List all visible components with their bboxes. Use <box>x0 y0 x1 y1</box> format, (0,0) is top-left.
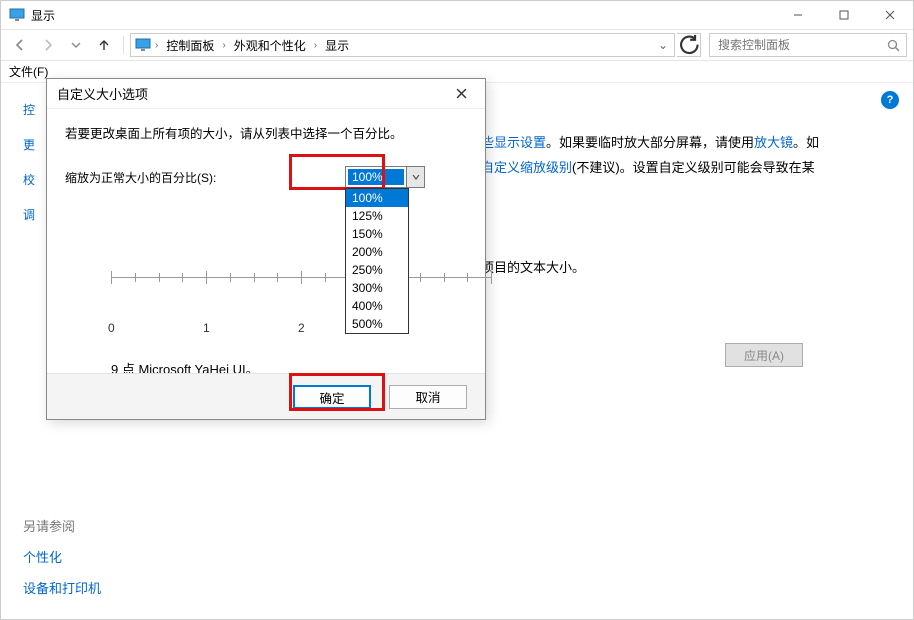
sidebar-item[interactable]: 控 <box>23 101 35 118</box>
maximize-button[interactable] <box>821 1 867 29</box>
apply-button[interactable]: 应用(A) <box>725 343 803 367</box>
window-title: 显示 <box>31 7 55 24</box>
sidebar-item[interactable]: 校 <box>23 171 35 188</box>
breadcrumb[interactable]: › 控制面板 › 外观和个性化 › 显示 ⌄ <box>130 33 675 57</box>
ruler[interactable]: 0 1 2 3 <box>111 269 491 341</box>
scale-dropdown: 100% 125% 150% 200% 250% 300% 400% 500% <box>345 188 409 334</box>
refresh-button[interactable] <box>677 33 701 57</box>
combo-value: 100% <box>348 169 404 185</box>
link-personalization[interactable]: 个性化 <box>23 547 101 566</box>
dialog-title: 自定义大小选项 <box>57 84 447 103</box>
dialog-close-button[interactable] <box>447 83 475 105</box>
option-200[interactable]: 200% <box>346 243 408 261</box>
scale-label: 缩放为正常大小的百分比(S): <box>65 169 216 186</box>
menu-file[interactable]: 文件(F) <box>9 63 48 80</box>
sidebar-links: 控 更 校 调 <box>23 101 35 223</box>
search-input[interactable] <box>709 33 907 57</box>
search-field[interactable] <box>716 37 887 53</box>
display-icon <box>135 37 151 53</box>
help-button[interactable]: ? <box>881 91 899 109</box>
chevron-right-icon: › <box>155 40 158 51</box>
link-magnifier[interactable]: 放大镜 <box>754 135 793 150</box>
ok-button[interactable]: 确定 <box>293 385 371 409</box>
ruler-label: 1 <box>203 321 210 335</box>
up-button[interactable] <box>91 32 117 58</box>
custom-size-dialog: 自定义大小选项 若要更改桌面上所有项的大小，请从列表中选择一个百分比。 缩放为正… <box>46 78 486 420</box>
sidebar-item[interactable]: 调 <box>23 206 35 223</box>
option-100[interactable]: 100% <box>346 189 408 207</box>
option-250[interactable]: 250% <box>346 261 408 279</box>
scale-combobox[interactable]: 100% <box>345 166 425 188</box>
chevron-down-icon <box>406 167 424 187</box>
option-150[interactable]: 150% <box>346 225 408 243</box>
link-custom-scale[interactable]: 自定义缩放级别 <box>481 160 572 175</box>
option-125[interactable]: 125% <box>346 207 408 225</box>
dialog-buttons: 确定 取消 <box>47 373 485 419</box>
ruler-label: 0 <box>108 321 115 335</box>
breadcrumb-seg[interactable]: 外观和个性化 <box>230 37 310 54</box>
sidebar-item[interactable]: 更 <box>23 136 35 153</box>
close-button[interactable] <box>867 1 913 29</box>
dialog-description: 若要更改桌面上所有项的大小，请从列表中选择一个百分比。 <box>65 123 467 142</box>
recent-dropdown[interactable] <box>63 32 89 58</box>
see-also-heading: 另请参阅 <box>23 516 101 535</box>
separator <box>123 36 124 54</box>
cancel-button[interactable]: 取消 <box>389 385 467 409</box>
link-display-settings[interactable]: 些显示设置 <box>481 135 546 150</box>
window: 显示 › 控制面板 › 外观和个性化 › 显示 ⌄ 文件(F) <box>0 0 914 620</box>
navbar: › 控制面板 › 外观和个性化 › 显示 ⌄ <box>1 29 913 61</box>
option-500[interactable]: 500% <box>346 315 408 333</box>
titlebar: 显示 <box>1 1 913 29</box>
back-button[interactable] <box>7 32 33 58</box>
chevron-right-icon: › <box>314 40 317 51</box>
minimize-button[interactable] <box>775 1 821 29</box>
chevron-down-icon[interactable]: ⌄ <box>658 38 668 52</box>
search-icon <box>887 39 900 52</box>
breadcrumb-seg[interactable]: 显示 <box>321 37 353 54</box>
display-icon <box>9 7 25 23</box>
chevron-right-icon: › <box>222 40 225 51</box>
dialog-titlebar: 自定义大小选项 <box>47 79 485 109</box>
main-text: 些显示设置。如果要临时放大部分屏幕，请使用放大镜。如 自定义缩放级别(不建议)。… <box>481 131 889 281</box>
see-also: 另请参阅 个性化 设备和打印机 <box>23 516 101 597</box>
forward-button[interactable] <box>35 32 61 58</box>
ruler-label: 2 <box>298 321 305 335</box>
link-devices-printers[interactable]: 设备和打印机 <box>23 578 101 597</box>
breadcrumb-seg[interactable]: 控制面板 <box>162 37 218 54</box>
option-300[interactable]: 300% <box>346 279 408 297</box>
option-400[interactable]: 400% <box>346 297 408 315</box>
